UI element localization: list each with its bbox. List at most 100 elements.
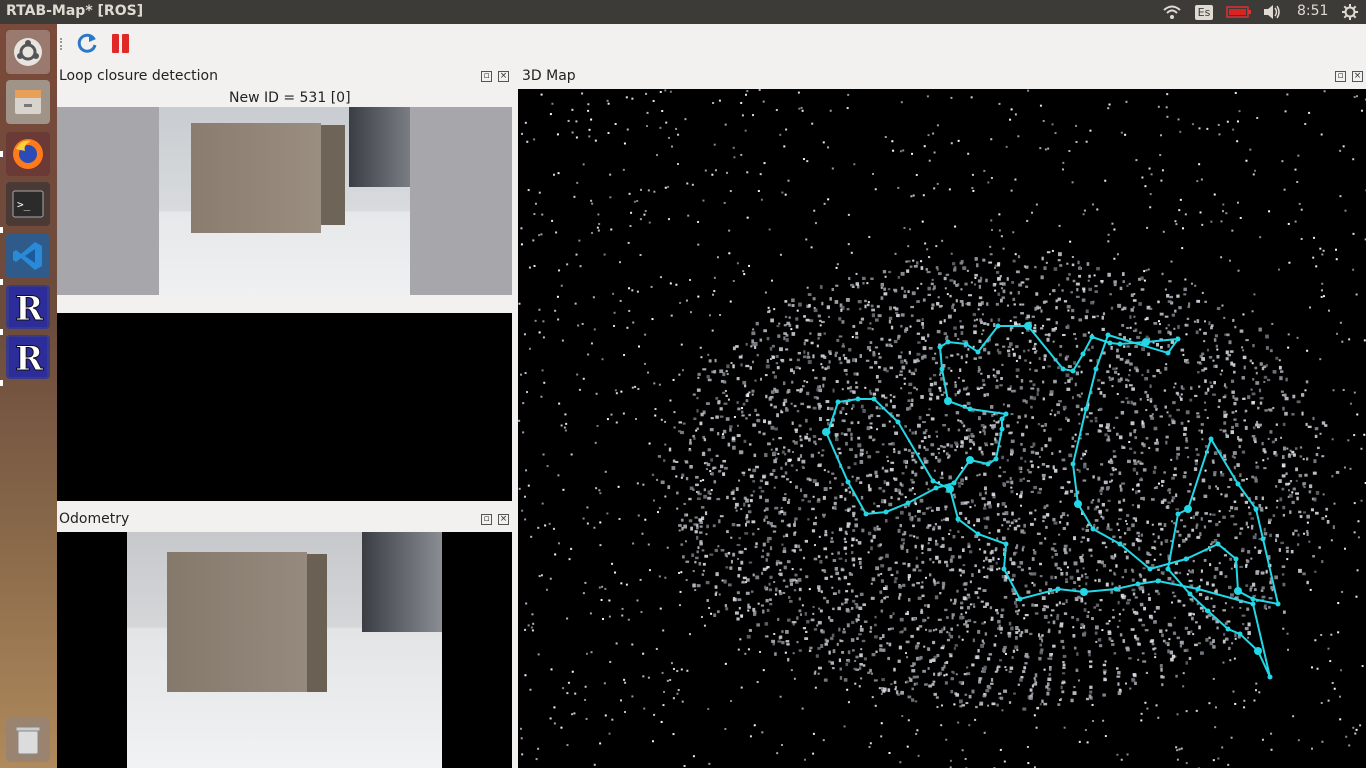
- svg-text:R: R: [15, 289, 44, 327]
- trajectory-node: [1117, 341, 1123, 347]
- trajectory-node: [1055, 586, 1061, 592]
- ubuntu-home-icon[interactable]: [6, 30, 50, 74]
- trajectory-node: [1142, 338, 1150, 346]
- 3d-map-view[interactable]: [518, 89, 1366, 768]
- trajectory-node: [1060, 366, 1066, 372]
- trajectory-path: [825, 325, 1280, 678]
- trajectory-node: [1184, 505, 1192, 513]
- trajectory-node: [1080, 351, 1086, 357]
- toolbar: [57, 24, 1366, 64]
- running-indicator: [0, 380, 3, 386]
- trajectory-node: [825, 429, 831, 435]
- terminal-icon[interactable]: >_: [6, 182, 50, 226]
- camera-frame: [159, 107, 410, 295]
- trajectory-node: [1275, 601, 1281, 607]
- box: [191, 123, 321, 233]
- point-cloud: [518, 89, 1366, 768]
- trajectory-node: [937, 344, 943, 350]
- trajectory-node: [1215, 541, 1221, 547]
- trajectory-node: [975, 349, 981, 355]
- trajectory-node: [1267, 674, 1273, 680]
- loop-status-label: New ID = 531 [0]: [229, 90, 351, 106]
- running-indicator: [0, 329, 3, 335]
- trajectory-node: [1003, 541, 1009, 547]
- wifi-icon[interactable]: [1160, 0, 1184, 24]
- files-icon[interactable]: [6, 80, 50, 124]
- close-panel-icon[interactable]: ×: [1352, 71, 1363, 82]
- float-panel-icon[interactable]: ▫: [481, 71, 492, 82]
- float-panel-icon[interactable]: ▫: [1335, 71, 1346, 82]
- trajectory-node: [1208, 436, 1214, 442]
- trajectory-node: [975, 531, 981, 537]
- vscode-icon[interactable]: [6, 234, 50, 278]
- trajectory-node: [1113, 586, 1119, 592]
- pause-icon[interactable]: [109, 31, 133, 55]
- trajectory-node: [1155, 578, 1161, 584]
- trajectory-node: [1003, 411, 1009, 417]
- running-indicator: [0, 279, 3, 285]
- trajectory-node: [939, 366, 945, 372]
- trajectory-node: [999, 416, 1005, 422]
- trajectory-node: [1237, 631, 1243, 637]
- odometry-panel-title: Odometry: [59, 511, 130, 527]
- trajectory-node: [1187, 591, 1193, 597]
- trajectory-node: [1183, 556, 1189, 562]
- svg-text:>_: >_: [17, 198, 31, 211]
- trajectory-node: [1070, 461, 1076, 467]
- trajectory-node: [1253, 506, 1259, 512]
- trajectory-node: [895, 419, 901, 425]
- trajectory-node: [993, 456, 999, 462]
- trajectory-node: [1235, 481, 1241, 487]
- trajectory-node: [1024, 322, 1032, 330]
- trajectory-node: [1250, 596, 1256, 602]
- keyboard-layout-indicator[interactable]: Es: [1193, 0, 1215, 24]
- trajectory-node: [905, 500, 911, 506]
- close-panel-icon[interactable]: ×: [498, 514, 509, 525]
- camera-frame: [127, 532, 442, 768]
- trajectory-node: [946, 485, 954, 493]
- battery-icon[interactable]: [1224, 0, 1254, 24]
- clock[interactable]: 8:51: [1297, 3, 1328, 19]
- trash-icon[interactable]: [6, 718, 50, 762]
- trajectory-node: [1165, 566, 1171, 572]
- trajectory-node: [930, 478, 936, 484]
- odometry-image: [57, 532, 512, 768]
- trajectory-node: [933, 485, 939, 491]
- trajectory-node: [871, 396, 877, 402]
- loop-closure-match-image: [57, 313, 512, 501]
- trajectory-node: [883, 509, 889, 515]
- toolbar-handle[interactable]: [60, 38, 64, 50]
- trajectory-node: [1234, 587, 1242, 595]
- trajectory-node: [1195, 586, 1201, 592]
- trajectory-node: [835, 399, 841, 405]
- running-indicator: [0, 151, 3, 157]
- launcher: >_ R R: [0, 24, 57, 768]
- trajectory-node: [1147, 566, 1153, 572]
- trajectory-node: [1074, 500, 1082, 508]
- trajectory-node: [863, 511, 869, 517]
- trajectory-node: [1001, 566, 1007, 572]
- trajectory-node: [955, 516, 961, 522]
- trajectory-node: [985, 461, 991, 467]
- running-indicator: [0, 227, 3, 233]
- trajectory-node: [1093, 366, 1099, 372]
- power-icon[interactable]: [1339, 0, 1361, 24]
- refresh-icon[interactable]: [75, 31, 99, 55]
- trajectory-node: [967, 406, 973, 412]
- float-panel-icon[interactable]: ▫: [481, 514, 492, 525]
- trajectory-node: [944, 397, 952, 405]
- firefox-icon[interactable]: [6, 132, 50, 176]
- rtabmap-icon[interactable]: R: [6, 335, 50, 379]
- trajectory-node: [1175, 511, 1181, 517]
- top-panel: RTAB-Map* [ROS] Es 8:51: [0, 0, 1366, 24]
- window-title: RTAB-Map* [ROS]: [6, 3, 144, 19]
- map-panel-title: 3D Map: [522, 68, 576, 84]
- trajectory-node: [1017, 596, 1023, 602]
- volume-icon[interactable]: [1260, 0, 1284, 24]
- rtabmap-icon[interactable]: R: [6, 285, 50, 329]
- svg-text:R: R: [15, 339, 44, 377]
- box: [167, 552, 307, 692]
- trajectory-node: [1260, 536, 1266, 542]
- trajectory-node: [1165, 350, 1171, 356]
- close-panel-icon[interactable]: ×: [498, 71, 509, 82]
